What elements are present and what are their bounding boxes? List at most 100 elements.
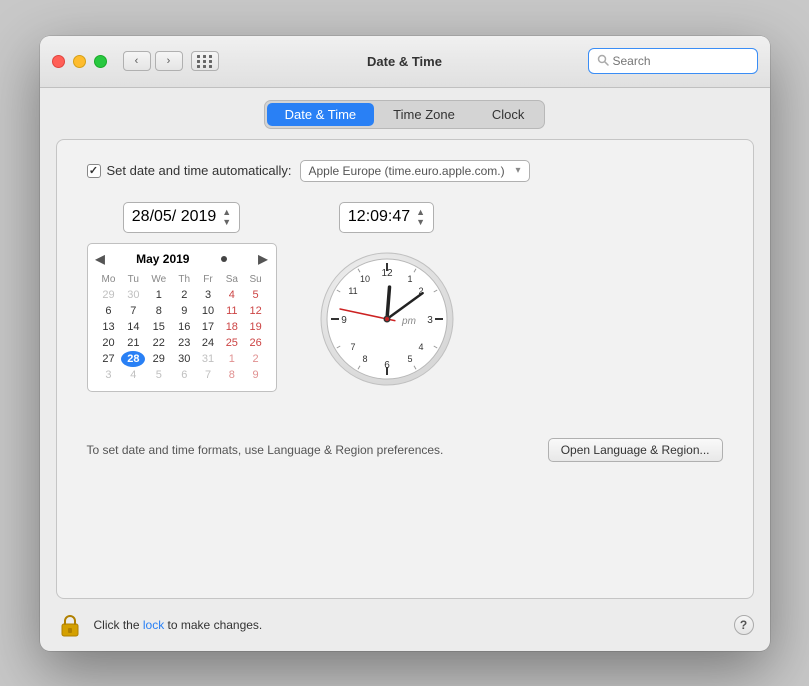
calendar-week-row: 6789101112 — [96, 303, 268, 319]
calendar-day[interactable]: 20 — [96, 335, 122, 351]
calendar-day[interactable]: 1 — [220, 351, 244, 367]
calendar-day[interactable]: 6 — [96, 303, 122, 319]
calendar-day[interactable]: 14 — [121, 319, 145, 335]
calendar-day[interactable]: 15 — [145, 319, 172, 335]
tab-time-zone[interactable]: Time Zone — [375, 103, 473, 126]
calendar-day[interactable]: 30 — [121, 287, 145, 303]
calendar-day[interactable]: 5 — [145, 367, 172, 383]
time-stepper[interactable]: 12:09:47 ▲ ▼ — [339, 202, 434, 234]
calendar-day[interactable]: 30 — [172, 351, 196, 367]
calendar-day[interactable]: 21 — [121, 335, 145, 351]
back-button[interactable]: ‹ — [123, 51, 151, 71]
calendar-day[interactable]: 2 — [244, 351, 268, 367]
calendar-day[interactable]: 19 — [244, 319, 268, 335]
open-language-region-button[interactable]: Open Language & Region... — [548, 438, 723, 462]
time-down-arrow[interactable]: ▼ — [416, 217, 425, 228]
grid-button[interactable] — [191, 51, 219, 71]
grid-icon — [197, 55, 213, 68]
search-box[interactable] — [588, 48, 758, 74]
traffic-lights — [52, 55, 107, 68]
titlebar: ‹ › Date & Time — [40, 36, 770, 88]
col-tu: Tu — [121, 272, 145, 287]
calendar-day[interactable]: 9 — [172, 303, 196, 319]
calendar-week-row: 272829303112 — [96, 351, 268, 367]
calendar-day[interactable]: 24 — [196, 335, 220, 351]
close-button[interactable] — [52, 55, 65, 68]
svg-text:6: 6 — [384, 360, 390, 371]
date-up-arrow[interactable]: ▲ — [222, 207, 231, 218]
svg-text:9: 9 — [341, 315, 347, 326]
calendar-day[interactable]: 22 — [145, 335, 172, 351]
date-section: 28/05/ 2019 ▲ ▼ ◀ May 2019 ▶ — [87, 202, 277, 393]
col-su: Su — [244, 272, 268, 287]
today-dot[interactable] — [221, 256, 227, 262]
search-input[interactable] — [613, 54, 749, 68]
calendar-week-row: 293012345 — [96, 287, 268, 303]
date-value: 28/05/ 2019 — [132, 208, 217, 226]
svg-text:8: 8 — [362, 354, 367, 364]
calendar-day[interactable]: 5 — [244, 287, 268, 303]
calendar-day[interactable]: 6 — [172, 367, 196, 383]
calendar-grid: Mo Tu We Th Fr Sa Su 2930123456789101112… — [96, 272, 268, 383]
help-button[interactable]: ? — [734, 615, 754, 635]
col-fr: Fr — [196, 272, 220, 287]
calendar-day[interactable]: 11 — [220, 303, 244, 319]
calendar-day[interactable]: 29 — [96, 287, 122, 303]
svg-text:12: 12 — [381, 268, 393, 279]
calendar-day[interactable]: 25 — [220, 335, 244, 351]
calendar-day[interactable]: 8 — [220, 367, 244, 383]
note-text: To set date and time formats, use Langua… — [87, 443, 444, 457]
calendar-day[interactable]: 12 — [244, 303, 268, 319]
calendar-month-year: May 2019 — [136, 252, 189, 266]
server-dropdown[interactable]: Apple Europe (time.euro.apple.com.) ▾ — [300, 160, 530, 182]
lock-icon — [56, 611, 84, 639]
svg-text:1: 1 — [407, 274, 412, 284]
date-stepper[interactable]: 28/05/ 2019 ▲ ▼ — [123, 202, 240, 234]
svg-text:11: 11 — [348, 286, 357, 296]
lock-link[interactable]: lock — [143, 618, 164, 632]
maximize-button[interactable] — [94, 55, 107, 68]
calendar-day[interactable]: 18 — [220, 319, 244, 335]
window-title: Date & Time — [367, 54, 442, 69]
calendar-week-row: 3456789 — [96, 367, 268, 383]
calendar-day[interactable]: 28 — [121, 351, 145, 367]
calendar-day[interactable]: 23 — [172, 335, 196, 351]
main-window: ‹ › Date & Time Date & Time Time Zon — [40, 36, 770, 651]
calendar-day[interactable]: 7 — [121, 303, 145, 319]
calendar-day[interactable]: 16 — [172, 319, 196, 335]
calendar-day[interactable]: 8 — [145, 303, 172, 319]
calendar-day[interactable]: 31 — [196, 351, 220, 367]
minimize-button[interactable] — [73, 55, 86, 68]
calendar-day[interactable]: 1 — [145, 287, 172, 303]
auto-time-row: Set date and time automatically: Apple E… — [87, 160, 723, 182]
calendar-day[interactable]: 4 — [220, 287, 244, 303]
auto-time-checkbox[interactable] — [87, 164, 101, 178]
footer: Click the lock to make changes. ? — [40, 599, 770, 651]
svg-text:5: 5 — [407, 354, 412, 364]
auto-time-checkbox-wrap: Set date and time automatically: — [87, 163, 292, 178]
forward-button[interactable]: › — [155, 51, 183, 71]
auto-time-label: Set date and time automatically: — [107, 163, 292, 178]
calendar-day[interactable]: 9 — [244, 367, 268, 383]
calendar-day[interactable]: 2 — [172, 287, 196, 303]
date-clock-row: 28/05/ 2019 ▲ ▼ ◀ May 2019 ▶ — [87, 202, 723, 393]
time-up-arrow[interactable]: ▲ — [416, 207, 425, 218]
tab-clock[interactable]: Clock — [474, 103, 543, 126]
next-month-button[interactable]: ▶ — [258, 252, 267, 266]
calendar-day[interactable]: 26 — [244, 335, 268, 351]
calendar-day[interactable]: 7 — [196, 367, 220, 383]
date-down-arrow[interactable]: ▼ — [222, 217, 231, 228]
calendar-day[interactable]: 13 — [96, 319, 122, 335]
tabbar: Date & Time Time Zone Clock — [40, 88, 770, 139]
tab-date-time[interactable]: Date & Time — [267, 103, 375, 126]
calendar-day[interactable]: 4 — [121, 367, 145, 383]
calendar-day[interactable]: 3 — [196, 287, 220, 303]
calendar-day[interactable]: 10 — [196, 303, 220, 319]
calendar-day[interactable]: 17 — [196, 319, 220, 335]
time-value: 12:09:47 — [348, 208, 410, 226]
calendar-day[interactable]: 29 — [145, 351, 172, 367]
prev-month-button[interactable]: ◀ — [96, 252, 105, 266]
calendar-day[interactable]: 3 — [96, 367, 122, 383]
dropdown-arrow-icon: ▾ — [515, 165, 520, 176]
calendar-day[interactable]: 27 — [96, 351, 122, 367]
